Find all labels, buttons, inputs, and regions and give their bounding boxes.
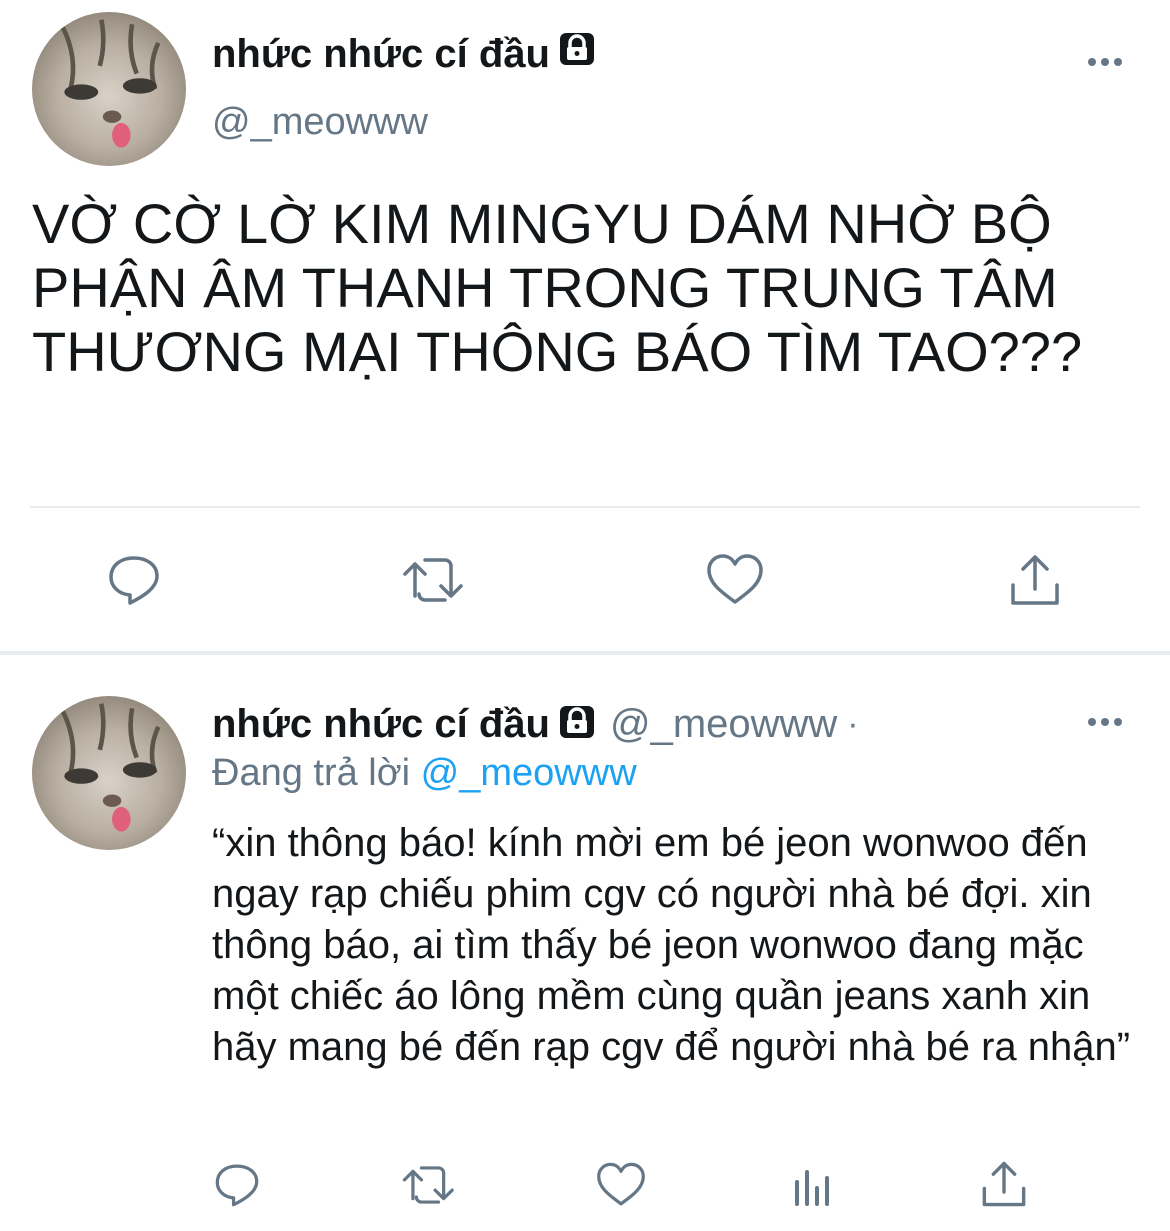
reply-icon[interactable] [212, 1160, 262, 1210]
display-name[interactable]: nhức nhức cí đầu [212, 30, 596, 78]
retweet-icon[interactable] [400, 550, 470, 610]
divider [30, 506, 1140, 508]
tweet-text: VỜ CỜ LỜ KIM MINGYU DÁM NHỜ BỘ PHẬN ÂM T… [32, 192, 1083, 383]
section-separator [0, 651, 1170, 655]
more-icon[interactable] [1088, 58, 1122, 66]
like-icon[interactable] [594, 1160, 648, 1210]
reply-header: nhức nhức cí đầu @_meowww · [212, 702, 859, 747]
more-icon[interactable] [1088, 718, 1122, 726]
share-icon[interactable] [978, 1158, 1030, 1210]
avatar[interactable] [32, 12, 186, 166]
reply-handle[interactable]: @_meowww [610, 702, 837, 747]
analytics-icon[interactable] [788, 1160, 838, 1210]
mention-link[interactable]: @_meowww [421, 752, 637, 794]
separator-dot: · [847, 705, 859, 743]
retweet-icon[interactable] [400, 1160, 460, 1210]
lock-icon [558, 703, 596, 746]
display-name-text: nhức nhức cí đầu [212, 31, 550, 76]
handle[interactable]: @_meowww [212, 101, 428, 144]
reply-avatar[interactable] [32, 696, 186, 850]
reply-text: “xin thông báo! kính mời em bé jeon wonw… [212, 821, 1131, 1069]
share-icon[interactable] [1006, 550, 1064, 610]
lock-icon [558, 30, 596, 78]
reply-icon[interactable] [104, 550, 164, 610]
like-icon[interactable] [704, 550, 766, 610]
replying-to: Đang trả lời @_meowww [212, 752, 637, 795]
cat-avatar-image [60, 703, 161, 832]
cat-avatar-image [60, 19, 161, 148]
replying-prefix: Đang trả lời [212, 752, 411, 794]
reply-display-name[interactable]: nhức nhức cí đầu [212, 702, 550, 747]
